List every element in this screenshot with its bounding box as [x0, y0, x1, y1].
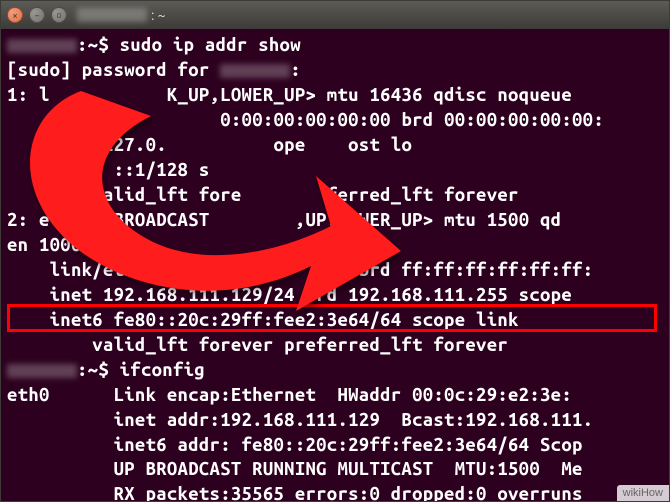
minimize-icon[interactable]: – [29, 7, 45, 23]
output-line: RX packets:35565 errors:0 dropped:0 over… [7, 484, 583, 502]
output-line: K_UP,LOWER_UP> mtu 16436 qdisc noqueue [167, 85, 572, 105]
output-line: ost lo [348, 135, 412, 155]
output-line: ,UP,LOWER_UP> mtu 1500 qd [295, 210, 562, 230]
output-line: inet6 addr: fe80::20c:29ff:fee2:3e64/64 … [7, 435, 583, 455]
window-title: : ~ [77, 7, 166, 23]
terminal-window: × – ▫ : ~ :~$ sudo ip addr show [sudo] p… [0, 0, 670, 502]
maximize-icon[interactable]: ▫ [51, 7, 67, 23]
prompt-suffix: :~$ [77, 360, 120, 380]
output-line: inet6 fe80::20c:29ff:fee2:3e64/64 scope … [7, 310, 519, 330]
terminal-body[interactable]: :~$ sudo ip addr show [sudo] password fo… [1, 29, 669, 502]
output-line: eth0 Link encap:Ethernet HWaddr 00:0c:29… [7, 385, 572, 405]
output-line: ferred_lft forever [327, 185, 519, 205]
output-line: en 1000 [7, 235, 82, 255]
close-icon[interactable]: × [7, 7, 23, 23]
titlebar: × – ▫ : ~ [1, 1, 669, 29]
output-line: UP BROADCAST RUNNING MULTICAST MTU:1500 … [7, 459, 583, 479]
watermark: wikiHow [617, 485, 669, 501]
output-line: valid_lft forever preferred_lft forever [7, 335, 508, 355]
blurred-sudo-user [220, 64, 290, 78]
output-line: 2: eth0: <BROADCAST [7, 210, 210, 230]
sudo-prefix: [sudo] password for [7, 60, 220, 80]
output-line: inet addr:192.168.111.129 Bcast:192.168.… [7, 410, 593, 430]
command-2: ifconfig [120, 360, 205, 380]
window-controls: × – ▫ [7, 7, 67, 23]
output-line-highlighted: inet 192.168.111.129/24 brd 192.168.111.… [7, 285, 572, 305]
prompt-suffix: :~$ [77, 35, 120, 55]
sudo-suffix: : [290, 60, 301, 80]
command-1: sudo ip addr show [120, 35, 301, 55]
blurred-prompt-user [7, 364, 77, 378]
output-line: ope [274, 135, 306, 155]
output-line: valid_lft fore [7, 185, 242, 205]
output-line: inet6 ::1/128 s [7, 160, 210, 180]
title-suffix: : ~ [151, 7, 166, 23]
output-line: inet 127.0. [7, 135, 167, 155]
output-line: 64 brd ff:ff:ff:ff:ff:ff: [327, 260, 594, 280]
blurred-username [77, 8, 147, 22]
blurred-prompt-user [7, 39, 77, 53]
output-line: link/lo [7, 110, 124, 130]
output-line: link/ether 00:0c:29:e2 [7, 260, 284, 280]
output-line: 1: l [7, 85, 50, 105]
output-line: 0:00:00:00:00:00 brd 00:00:00:00:00: [220, 110, 604, 130]
